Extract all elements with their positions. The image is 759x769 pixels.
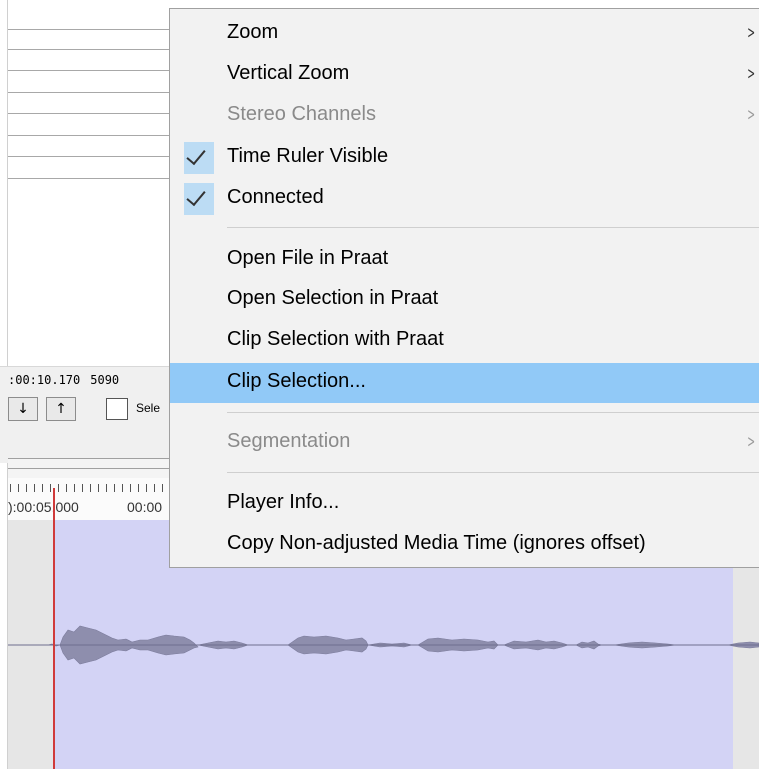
menu-item-label: Open File in Praat	[227, 247, 389, 269]
menu-item-copy-non-adjusted-media-time[interactable]: Copy Non-adjusted Media Time (ignores of…	[170, 527, 759, 563]
ruler-label: ):00:05.000	[8, 499, 79, 515]
time-readout: :00:10.170 5090	[8, 373, 119, 387]
down-arrow-button[interactable]: ↓	[8, 397, 38, 421]
up-arrow-button[interactable]: ↑	[46, 397, 76, 421]
tier-divider	[8, 178, 170, 179]
menu-item-label: Vertical Zoom	[227, 62, 350, 84]
menu-item-vertical-zoom[interactable]: Vertical Zoom >	[170, 57, 759, 93]
menu-item-label: Stereo Channels	[227, 103, 376, 125]
menu-separator	[227, 472, 759, 473]
checkmark-icon	[184, 183, 214, 215]
menu-item-label: Clip Selection...	[227, 370, 366, 392]
sample-count: 5090	[90, 373, 120, 387]
tier-divider	[8, 70, 170, 71]
menu-item-label: Segmentation	[227, 430, 351, 452]
menu-item-open-selection-in-praat[interactable]: Open Selection in Praat	[170, 282, 759, 318]
menu-item-label: Time Ruler Visible	[227, 145, 389, 167]
chevron-right-icon: >	[746, 432, 755, 452]
tier-divider	[8, 113, 170, 114]
menu-item-label: Clip Selection with Praat	[227, 328, 444, 350]
scroll-border	[8, 458, 170, 459]
menu-item-time-ruler-visible[interactable]: Time Ruler Visible	[170, 140, 759, 176]
menu-item-label: Copy Non-adjusted Media Time (ignores of…	[227, 532, 646, 554]
audio-waveform	[8, 625, 759, 665]
selection-mode-checkbox[interactable]	[106, 398, 128, 420]
menu-item-segmentation: Segmentation >	[170, 425, 759, 461]
tier-divider	[8, 156, 170, 157]
menu-separator	[227, 227, 759, 228]
tier-divider	[8, 92, 170, 93]
menu-item-player-info[interactable]: Player Info...	[170, 486, 759, 522]
menu-item-label: Open Selection in Praat	[227, 287, 439, 309]
ruler-label: 00:00	[127, 499, 163, 515]
menu-item-label: Zoom	[227, 21, 279, 43]
selection-mode-label: Sele	[136, 401, 161, 415]
media-player-window: :00:10.170 5090 ↓ ↑ Sele ):00:05.000 00:0…	[0, 0, 759, 769]
menu-item-clip-selection-with-praat[interactable]: Clip Selection with Praat	[170, 323, 759, 359]
context-menu: Zoom > Vertical Zoom > Stereo Channels >…	[169, 8, 759, 568]
scroll-border	[8, 468, 170, 469]
tier-divider	[8, 49, 170, 50]
menu-item-clip-selection[interactable]: Clip Selection...	[170, 363, 759, 403]
chevron-right-icon: >	[746, 23, 755, 43]
chevron-right-icon: >	[746, 64, 755, 84]
menu-item-open-file-in-praat[interactable]: Open File in Praat	[170, 242, 759, 278]
checkmark-icon	[184, 142, 214, 174]
tier-divider	[8, 29, 170, 30]
tier-divider	[8, 135, 170, 136]
menu-item-label: Connected	[227, 186, 324, 208]
menu-item-label: Player Info...	[227, 491, 340, 513]
current-time: :00:10.170	[8, 373, 81, 387]
menu-item-zoom[interactable]: Zoom >	[170, 16, 759, 52]
playback-cursor[interactable]	[53, 488, 55, 769]
menu-item-connected[interactable]: Connected	[170, 181, 759, 217]
chevron-right-icon: >	[746, 105, 755, 125]
menu-item-stereo-channels: Stereo Channels >	[170, 98, 759, 134]
menu-separator	[227, 412, 759, 413]
ruler-ticks	[10, 484, 172, 492]
